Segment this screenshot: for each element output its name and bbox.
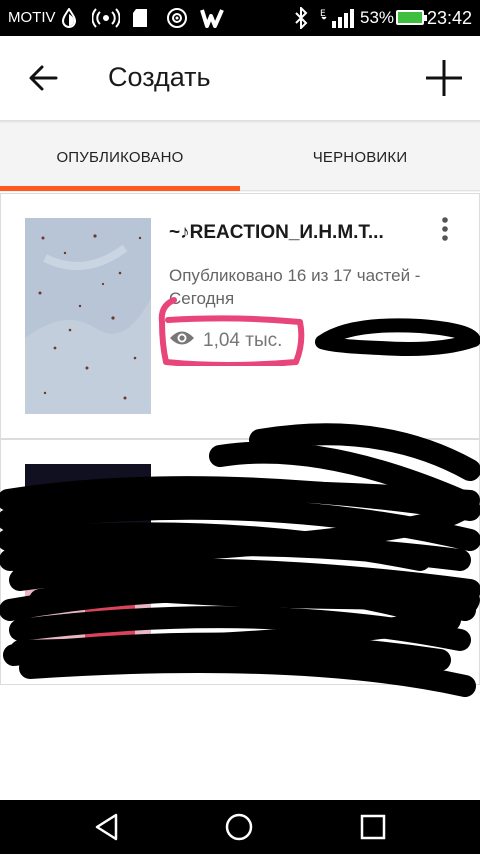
home-icon[interactable]: [224, 812, 254, 842]
back-icon[interactable]: [92, 812, 122, 842]
recents-icon[interactable]: [358, 812, 388, 842]
system-nav-bar: [0, 800, 480, 854]
redaction-scribble: [0, 318, 480, 697]
